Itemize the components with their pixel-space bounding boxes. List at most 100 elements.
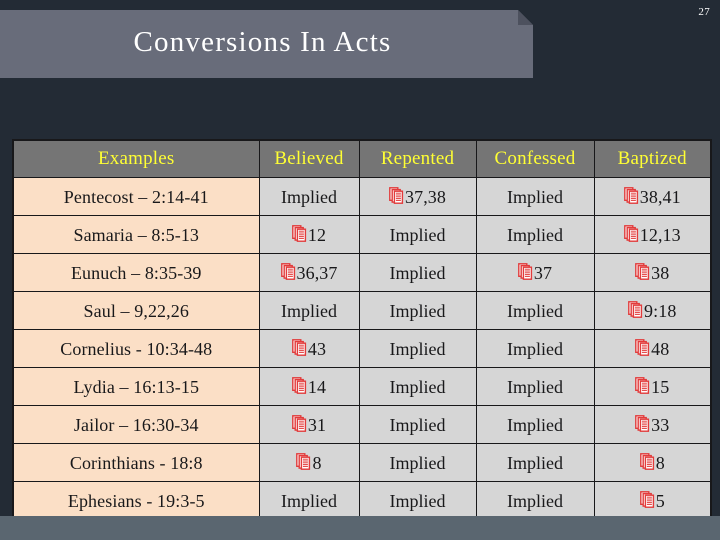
- verse-reference: 12,13: [640, 226, 681, 244]
- cell-examples: Pentecost – 2:14-41: [13, 178, 259, 216]
- cell-baptized: 33: [594, 406, 711, 444]
- table-header: Examples Believed Repented Confessed Bap…: [13, 140, 711, 178]
- example-label: Jailor – 16:30-34: [74, 416, 199, 434]
- stacked-pages-icon: [281, 263, 296, 280]
- cell-repented: 37,38: [359, 178, 476, 216]
- table-row: Jailor – 16:30-34 31 Implied Implied 33: [13, 406, 711, 444]
- implied-label: Implied: [281, 302, 337, 320]
- example-label: Eunuch – 8:35-39: [71, 264, 202, 282]
- implied-label: Implied: [390, 416, 446, 434]
- implied-label: Implied: [507, 454, 563, 472]
- table-row: Corinthians - 18:88ImpliedImplied8: [13, 444, 711, 482]
- implied-label: Implied: [390, 226, 446, 244]
- stacked-pages-icon: [635, 339, 650, 356]
- cell-examples: Lydia – 16:13-15: [13, 368, 259, 406]
- cell-confessed: 37: [476, 254, 594, 292]
- cell-examples: Saul – 9,22,26: [13, 292, 259, 330]
- implied-label: Implied: [507, 188, 563, 206]
- cell-believed: 43: [259, 330, 359, 368]
- column-header-repented: Repented: [359, 140, 476, 178]
- verse-reference: 15: [651, 378, 669, 396]
- table-row: Saul – 9,22,26 Implied Implied Implied 9:18: [13, 292, 711, 330]
- banner-bevel-corner: [518, 10, 533, 25]
- verse-reference: 8: [656, 454, 665, 472]
- cell-believed: Implied: [259, 292, 359, 330]
- stacked-pages-icon: [628, 301, 643, 318]
- cell-believed: 36,37: [259, 254, 359, 292]
- implied-label: Implied: [507, 302, 563, 320]
- stacked-pages-icon: [518, 263, 533, 280]
- cell-repented: Implied: [359, 368, 476, 406]
- implied-label: Implied: [507, 340, 563, 358]
- stacked-pages-icon: [292, 415, 307, 432]
- cell-confessed: Implied: [476, 178, 594, 216]
- conversions-table: Examples Believed Repented Confessed Bap…: [12, 139, 712, 521]
- column-header-confessed: Confessed: [476, 140, 594, 178]
- table-row: Pentecost – 2:14-41Implied37,38Implied38…: [13, 178, 711, 216]
- cell-confessed: Implied: [476, 444, 594, 482]
- cell-believed: Implied: [259, 178, 359, 216]
- cell-examples: Ephesians - 19:3-5: [13, 482, 259, 521]
- stacked-pages-icon: [635, 263, 650, 280]
- column-header-believed: Believed: [259, 140, 359, 178]
- implied-label: Implied: [390, 264, 446, 282]
- implied-label: Implied: [390, 454, 446, 472]
- table-row: Cornelius - 10:34-48 43 Implied Implied 48: [13, 330, 711, 368]
- example-label: Cornelius - 10:34-48: [60, 340, 212, 358]
- verse-reference: 38: [651, 264, 669, 282]
- stacked-pages-icon: [296, 453, 311, 470]
- stacked-pages-icon: [624, 187, 639, 204]
- cell-confessed: Implied: [476, 368, 594, 406]
- cell-baptized: 12,13: [594, 216, 711, 254]
- implied-label: Implied: [507, 492, 563, 510]
- cell-repented: Implied: [359, 254, 476, 292]
- verse-reference: 31: [308, 416, 326, 434]
- cell-examples: Cornelius - 10:34-48: [13, 330, 259, 368]
- cell-believed: 31: [259, 406, 359, 444]
- cell-baptized: 38,41: [594, 178, 711, 216]
- cell-baptized: 8: [594, 444, 711, 482]
- cell-baptized: 48: [594, 330, 711, 368]
- verse-reference: 14: [308, 378, 326, 396]
- example-label: Saul – 9,22,26: [84, 302, 189, 320]
- cell-confessed: Implied: [476, 406, 594, 444]
- implied-label: Implied: [390, 492, 446, 510]
- column-header-examples: Examples: [13, 140, 259, 178]
- verse-reference: 48: [651, 340, 669, 358]
- cell-examples: Corinthians - 18:8: [13, 444, 259, 482]
- example-label: Lydia – 16:13-15: [73, 378, 199, 396]
- table-header-row: Examples Believed Repented Confessed Bap…: [13, 140, 711, 178]
- table-row: Ephesians - 19:3-5ImpliedImpliedImplied5: [13, 482, 711, 521]
- verse-reference: 37: [534, 264, 552, 282]
- cell-believed: Implied: [259, 482, 359, 521]
- verse-reference: 36,37: [297, 264, 338, 282]
- cell-confessed: Implied: [476, 292, 594, 330]
- cell-examples: Eunuch – 8:35-39: [13, 254, 259, 292]
- cell-baptized: 38: [594, 254, 711, 292]
- example-label: Samaria – 8:5-13: [73, 226, 199, 244]
- slide-number: 27: [698, 6, 710, 18]
- cell-repented: Implied: [359, 482, 476, 521]
- verse-reference: 33: [651, 416, 669, 434]
- cell-repented: Implied: [359, 444, 476, 482]
- verse-reference: 38,41: [640, 188, 681, 206]
- stacked-pages-icon: [640, 453, 655, 470]
- verse-reference: 12: [308, 226, 326, 244]
- cell-examples: Samaria – 8:5-13: [13, 216, 259, 254]
- stacked-pages-icon: [292, 377, 307, 394]
- cell-repented: Implied: [359, 216, 476, 254]
- page-title: Conversions In Acts: [133, 27, 399, 61]
- cell-repented: Implied: [359, 292, 476, 330]
- stacked-pages-icon: [389, 187, 404, 204]
- implied-label: Implied: [390, 378, 446, 396]
- verse-reference: 9:18: [644, 302, 676, 320]
- table-row: Lydia – 16:13-15 14 Implied Implied 15: [13, 368, 711, 406]
- stacked-pages-icon: [292, 339, 307, 356]
- implied-label: Implied: [390, 302, 446, 320]
- cell-confessed: Implied: [476, 482, 594, 521]
- implied-label: Implied: [507, 378, 563, 396]
- implied-label: Implied: [390, 340, 446, 358]
- cell-baptized: 5: [594, 482, 711, 521]
- cell-examples: Jailor – 16:30-34: [13, 406, 259, 444]
- verse-reference: 43: [308, 340, 326, 358]
